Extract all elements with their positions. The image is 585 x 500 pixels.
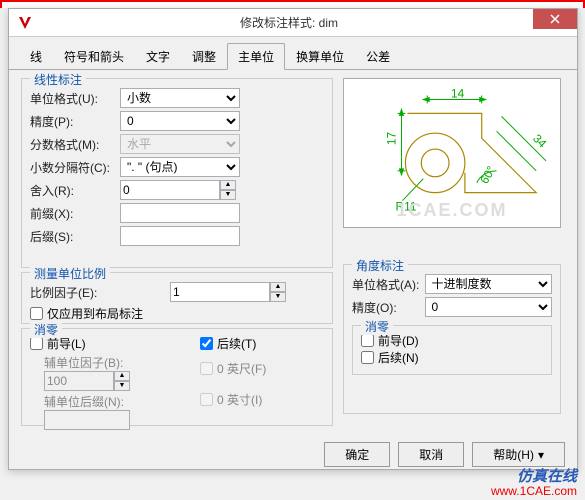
sub-factor-label: 辅单位因子(B): [44, 354, 170, 371]
decimal-sep-select[interactable]: ". " (句点) [120, 157, 240, 177]
svg-text:60°: 60° [477, 163, 498, 186]
tab-text[interactable]: 文字 [135, 43, 181, 69]
angular-zero-group: 消零 前导(D) 后续(N) [352, 325, 552, 375]
fraction-format-select: 水平 [120, 134, 240, 154]
svg-text:R11: R11 [396, 199, 417, 213]
sub-factor-spinner: ▲▼ [44, 371, 170, 391]
measurement-scale-group: 测量单位比例 比例因子(E): ▲▼ 仅应用到布局标注 [21, 272, 333, 324]
zero-suppress-group: 消零 前导(L) 辅单位因子(B): ▲▼ 辅单位后缀(N): [21, 328, 333, 426]
tab-tolerances[interactable]: 公差 [355, 43, 401, 69]
tab-alternate-units[interactable]: 换算单位 [285, 43, 355, 69]
scale-factor-label: 比例因子(E): [30, 284, 130, 301]
roundoff-input[interactable] [120, 180, 220, 200]
ok-button[interactable]: 确定 [324, 442, 390, 467]
svg-text:14: 14 [451, 87, 465, 101]
sub-suffix-input [44, 410, 130, 430]
angular-zero-title: 消零 [361, 318, 393, 335]
dialog-title: 修改标注样式: dim [41, 14, 577, 31]
page-watermark: 仿真在线 www.1CAE.com [491, 470, 577, 498]
preview-pane: 14 17 34 60° R11 [343, 78, 561, 228]
spin-down-icon: ▼ [114, 381, 130, 391]
unit-format-select[interactable]: 小数 [120, 88, 240, 108]
app-icon [15, 13, 35, 33]
scale-factor-input[interactable] [170, 282, 270, 302]
suffix-input[interactable] [120, 226, 240, 246]
roundoff-label: 舍入(R): [30, 182, 120, 199]
spin-down-icon[interactable]: ▼ [270, 292, 286, 302]
angular-precision-label: 精度(O): [352, 299, 425, 316]
inches-checkbox: 0 英寸(I) [200, 391, 266, 408]
close-button[interactable] [533, 9, 577, 29]
feet-checkbox: 0 英尺(F) [200, 360, 266, 377]
angular-unit-select[interactable]: 十进制度数 [425, 274, 553, 294]
tab-fit[interactable]: 调整 [181, 43, 227, 69]
cancel-button[interactable]: 取消 [398, 442, 464, 467]
linear-group-title: 线性标注 [30, 71, 86, 88]
spin-up-icon[interactable]: ▲ [220, 180, 236, 190]
angular-group-title: 角度标注 [352, 257, 408, 274]
unit-format-label: 单位格式(U): [30, 90, 120, 107]
sub-factor-input [44, 371, 114, 391]
linear-dimensions-group: 线性标注 单位格式(U): 小数 精度(P): 0 分数格式(M): 水平 小数… [21, 78, 333, 268]
trailing-checkbox[interactable]: 后续(T) [200, 335, 266, 352]
spin-up-icon[interactable]: ▲ [270, 282, 286, 292]
titlebar: 修改标注样式: dim [9, 9, 577, 37]
tab-symbols-arrows[interactable]: 符号和箭头 [53, 43, 135, 69]
spin-up-icon: ▲ [114, 371, 130, 381]
angular-group: 角度标注 单位格式(A): 十进制度数 精度(O): 0 消零 前导(D) 后续… [343, 264, 561, 414]
angular-trailing-checkbox[interactable]: 后续(N) [361, 349, 543, 366]
scale-factor-spinner[interactable]: ▲▼ [170, 282, 286, 302]
fraction-format-label: 分数格式(M): [30, 136, 120, 153]
prefix-input[interactable] [120, 203, 240, 223]
scale-group-title: 测量单位比例 [30, 265, 110, 282]
layout-only-checkbox[interactable]: 仅应用到布局标注 [30, 305, 324, 322]
chevron-down-icon: ▾ [538, 448, 544, 462]
sub-suffix-label: 辅单位后缀(N): [44, 393, 170, 410]
angular-precision-select[interactable]: 0 [425, 297, 553, 317]
svg-text:17: 17 [385, 132, 399, 145]
spin-down-icon[interactable]: ▼ [220, 190, 236, 200]
suffix-label: 后缀(S): [30, 228, 120, 245]
tab-primary-units[interactable]: 主单位 [227, 43, 285, 70]
roundoff-spinner[interactable]: ▲▼ [120, 180, 236, 200]
prefix-label: 前缀(X): [30, 205, 120, 222]
decimal-sep-label: 小数分隔符(C): [30, 159, 120, 176]
tab-lines[interactable]: 线 [19, 43, 53, 69]
tab-strip: 线 符号和箭头 文字 调整 主单位 换算单位 公差 [9, 37, 577, 70]
angular-unit-label: 单位格式(A): [352, 276, 425, 293]
precision-label: 精度(P): [30, 113, 120, 130]
zero-group-title: 消零 [30, 321, 62, 338]
help-button[interactable]: 帮助(H) ▾ [472, 442, 565, 467]
dialog-button-row: 确定 取消 帮助(H) ▾ [9, 436, 577, 473]
precision-select[interactable]: 0 [120, 111, 240, 131]
dimension-style-dialog: 修改标注样式: dim 线 符号和箭头 文字 调整 主单位 换算单位 公差 线性… [8, 8, 578, 470]
